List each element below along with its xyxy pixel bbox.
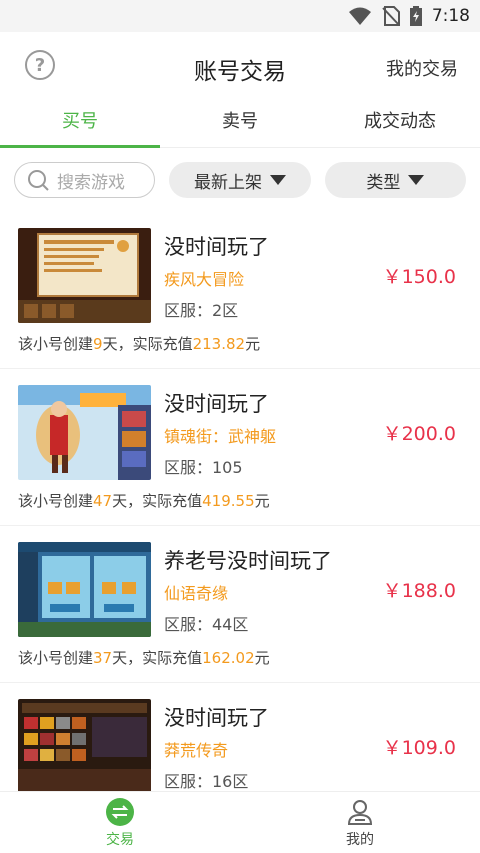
- listing-item[interactable]: 没时间玩了 疾风大冒险 区服：2区 ￥150.0 该小号创建9天，实际充值213…: [0, 212, 480, 369]
- meta-days: 9: [93, 335, 103, 353]
- listing-server: 区服：105: [164, 458, 243, 477]
- tab-buy[interactable]: 买号: [0, 98, 160, 147]
- listing-game: 镇魂街：武神躯: [164, 427, 277, 446]
- listing-price: ￥109.0: [382, 737, 456, 759]
- meta-recharge: 162.02: [202, 649, 255, 667]
- meta-prefix: 该小号创建: [18, 335, 94, 353]
- my-trade-button[interactable]: 我的交易: [386, 55, 458, 81]
- search-placeholder: 搜索游戏: [57, 172, 125, 193]
- exchange-icon: [106, 797, 134, 826]
- filter-bar: 搜索游戏 最新上架 类型: [0, 148, 480, 212]
- meta-days: 37: [93, 649, 113, 667]
- nav-me[interactable]: 我的: [240, 792, 480, 853]
- nav-trade[interactable]: 交易: [0, 792, 240, 853]
- listing-meta: 该小号创建9天，实际充值213.82元: [18, 333, 260, 354]
- game-thumbnail: [18, 542, 151, 637]
- tab-deals[interactable]: 成交动态: [320, 98, 480, 147]
- game-thumbnail: [18, 385, 151, 480]
- listing-server: 区服：2区: [164, 301, 239, 320]
- game-thumbnail: [18, 228, 151, 323]
- meta-suffix: 元: [254, 492, 270, 510]
- header: ? 账号交易 我的交易: [0, 32, 480, 98]
- no-sim-icon: [382, 6, 400, 26]
- type-dropdown[interactable]: 类型: [324, 162, 466, 198]
- listing-meta: 该小号创建47天，实际充值419.55元: [18, 490, 270, 511]
- listing-game: 疾风大冒险: [164, 270, 245, 289]
- meta-prefix: 该小号创建: [18, 649, 94, 667]
- tab-indicator: [0, 145, 160, 148]
- listing-price: ￥150.0: [382, 266, 456, 288]
- search-icon: [28, 170, 49, 191]
- sort-dropdown[interactable]: 最新上架: [169, 162, 311, 198]
- listing-list: 没时间玩了 疾风大冒险 区服：2区 ￥150.0 该小号创建9天，实际充值213…: [0, 212, 480, 840]
- listing-price: ￥200.0: [382, 423, 456, 445]
- caret-down-icon: [270, 175, 287, 185]
- listing-game: 仙语奇缘: [164, 584, 229, 603]
- nav-trade-label: 交易: [106, 831, 134, 848]
- meta-prefix: 该小号创建: [18, 492, 94, 510]
- search-input[interactable]: 搜索游戏: [14, 162, 156, 198]
- listing-item[interactable]: 养老号没时间玩了 仙语奇缘 区服：44区 ￥188.0 该小号创建37天，实际充…: [0, 526, 480, 683]
- tab-bar: 买号 卖号 成交动态: [0, 98, 480, 148]
- bottom-nav: 交易 我的: [0, 791, 480, 853]
- meta-suffix: 元: [254, 649, 270, 667]
- tab-sell[interactable]: 卖号: [160, 98, 320, 147]
- status-bar: 7:18: [0, 0, 480, 32]
- listing-title: 没时间玩了: [164, 706, 269, 730]
- meta-recharge: 419.55: [202, 492, 255, 510]
- listing-server: 区服：44区: [164, 615, 249, 634]
- meta-mid: 天，实际充值: [112, 492, 203, 510]
- listing-item[interactable]: 没时间玩了 镇魂街：武神躯 区服：105 ￥200.0 该小号创建47天，实际充…: [0, 369, 480, 526]
- listing-title: 没时间玩了: [164, 392, 269, 416]
- type-label: 类型: [366, 172, 401, 193]
- sort-label: 最新上架: [194, 172, 263, 193]
- listing-price: ￥188.0: [382, 580, 456, 602]
- meta-suffix: 元: [245, 335, 261, 353]
- status-time: 7:18: [431, 6, 470, 26]
- game-thumbnail: [18, 699, 151, 794]
- caret-down-icon: [408, 175, 425, 185]
- wifi-icon: [348, 7, 371, 25]
- meta-days: 47: [93, 492, 113, 510]
- help-icon[interactable]: ?: [25, 50, 55, 80]
- battery-icon: [409, 6, 422, 26]
- listing-meta: 该小号创建37天，实际充值162.02元: [18, 647, 270, 668]
- meta-mid: 天，实际充值: [102, 335, 193, 353]
- listing-title: 养老号没时间玩了: [164, 549, 332, 573]
- listing-server: 区服：16区: [164, 772, 249, 791]
- listing-game: 莽荒传奇: [164, 741, 229, 760]
- meta-recharge: 213.82: [192, 335, 246, 353]
- meta-mid: 天，实际充值: [112, 649, 203, 667]
- listing-title: 没时间玩了: [164, 235, 269, 259]
- user-icon: [347, 799, 373, 825]
- nav-me-label: 我的: [346, 831, 374, 848]
